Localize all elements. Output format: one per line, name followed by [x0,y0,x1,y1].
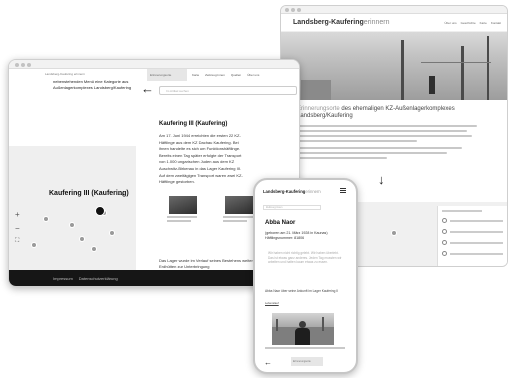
main-nav: Über uns Geschichte Karte Kontakt [444,21,501,25]
site-logo[interactable]: Landsberg-Kauferingerinnern [293,19,389,26]
portrait-photo [272,313,334,345]
fullscreen-icon[interactable]: ⛶ [15,238,19,245]
search-input[interactable]: Zeitzeug:innen [263,205,321,210]
back-arrow-icon[interactable]: ← [141,81,154,96]
tab-erinnerungsorte[interactable]: Erinnerungsorte [147,69,187,81]
lebenslauf-link[interactable]: Lebenslauf [265,301,279,305]
intro-title: Erinnerungsorte des ehemaligen KZ-Außenl… [297,106,455,119]
nav-item[interactable]: Karte [192,73,199,77]
browser-chrome [281,6,507,14]
nav-item[interactable]: Über uns [444,21,456,25]
phone-screen: Landsberg-Kauferingerinnern Zeitzeug:inn… [260,185,351,367]
scroll-down-arrow-icon[interactable]: ↓ [378,172,385,187]
nav-item[interactable]: Karte [480,21,487,25]
hero-image [281,32,507,100]
intro-section: Erinnerungsorte des ehemaligen KZ-Außenl… [281,100,507,165]
hamburger-menu-icon[interactable] [340,188,346,195]
search-input[interactable]: Im Artikel suchen [159,86,297,95]
quote-note: Abba Naor über seine Ankunft im Lager Ka… [265,289,339,293]
site-logo[interactable]: Landsberg-Kauferingerinnern [263,189,321,194]
map-forward-arrow-icon[interactable]: → [116,188,126,199]
article-content: Im Artikel suchen Kaufering III (Kauferi… [159,86,297,186]
nav-item[interactable]: Quellen [231,73,241,77]
active-map-marker-icon[interactable] [95,206,105,216]
quote-text: Wir haben nicht richtig gelebt. Wir habe… [268,251,342,265]
footer-link-impressum[interactable]: Impressum [53,276,73,281]
person-name: Abba Naor [265,220,296,226]
nav-item[interactable]: Geschichte [461,21,476,25]
article-text: Am 17. Juni 1944 erreichten die ersten 2… [159,133,243,185]
main-nav: Karte Zeitzeug:innen Quellen Über uns [192,73,259,77]
photo-caption [265,347,345,349]
browser-chrome [9,60,299,69]
zoom-in-icon[interactable]: + [15,210,20,219]
site-logo[interactable]: Landsberg-Kaufering erinnern [45,72,85,76]
site-header: Landsberg-Kauferingerinnern Über uns Ges… [281,14,507,32]
map-area[interactable] [9,146,136,270]
category-hint-text: nebenstehenden Menü eine Kategorie aus A… [53,79,132,90]
gallery-image[interactable] [225,196,253,214]
nav-item[interactable]: Zeitzeug:innen [205,73,225,77]
zoom-out-icon[interactable]: − [15,224,20,233]
nav-item[interactable]: Kontakt [491,21,501,25]
tab-erinnerungsorte[interactable]: Erinnerungsorte [291,357,323,366]
footer-link-datenschutz[interactable]: Datenschutzerklärung [79,276,118,281]
phone-mockup: Landsberg-Kauferingerinnern Zeitzeug:inn… [253,178,358,374]
gallery-image[interactable] [169,196,197,214]
nav-item[interactable]: Über uns [247,73,259,77]
article-title: Kaufering III (Kaufering) [159,121,228,127]
category-panel [437,206,507,266]
person-details: (geboren am 21. März 1928 in Kaunas) Häf… [265,231,328,240]
back-arrow-icon[interactable]: ← [264,358,272,367]
